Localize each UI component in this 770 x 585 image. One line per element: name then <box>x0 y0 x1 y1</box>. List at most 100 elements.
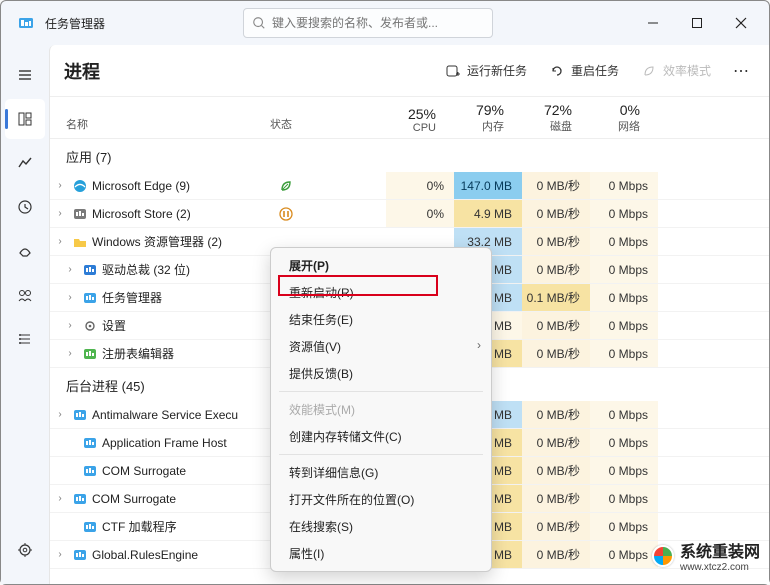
expand-chevron-icon[interactable]: › <box>50 320 80 331</box>
minimize-button[interactable] <box>631 6 675 40</box>
header-memory[interactable]: 79%内存 <box>446 102 514 138</box>
expand-chevron-icon[interactable]: › <box>50 236 70 247</box>
expand-chevron-icon[interactable]: › <box>50 264 80 275</box>
disk-cell: 0 MB/秒 <box>522 228 590 255</box>
disk-cell: 0 MB/秒 <box>522 513 590 540</box>
network-cell: 0 Mbps <box>590 284 658 311</box>
ctx-resource-values[interactable]: 资源值(V)› <box>271 333 491 360</box>
process-icon <box>80 519 100 535</box>
search-box[interactable] <box>243 8 493 38</box>
process-name: Application Frame Host <box>100 436 278 450</box>
memory-cell: 147.0 MB <box>454 172 522 199</box>
maximize-button[interactable] <box>675 6 719 40</box>
efficiency-mode-label: 效率模式 <box>663 62 711 79</box>
nav-users[interactable] <box>5 275 45 315</box>
page-title: 进程 <box>64 58 100 84</box>
nav-startup[interactable] <box>5 231 45 271</box>
nav-details[interactable] <box>5 319 45 359</box>
search-input[interactable] <box>272 16 484 30</box>
ctx-open-file-location[interactable]: 打开文件所在的位置(O) <box>271 486 491 513</box>
expand-chevron-icon[interactable]: › <box>50 292 80 303</box>
expand-chevron-icon[interactable]: › <box>50 493 70 504</box>
close-button[interactable] <box>719 6 763 40</box>
process-name: Antimalware Service Execu <box>90 408 278 422</box>
disk-cell: 0.1 MB/秒 <box>522 284 590 311</box>
ctx-go-to-details[interactable]: 转到详细信息(G) <box>271 459 491 486</box>
group-apps: 应用 (7) <box>50 139 769 172</box>
context-menu: 展开(P) 重新启动(R) 结束任务(E) 资源值(V)› 提供反馈(B) 效能… <box>270 247 492 572</box>
ctx-expand[interactable]: 展开(P) <box>271 252 491 279</box>
network-cell: 0 Mbps <box>590 541 658 568</box>
process-icon <box>70 234 90 250</box>
ctx-properties[interactable]: 属性(I) <box>271 540 491 567</box>
process-name: Windows 资源管理器 (2) <box>90 233 278 250</box>
disk-cell: 0 MB/秒 <box>522 312 590 339</box>
disk-cell: 0 MB/秒 <box>522 256 590 283</box>
leaf-icon <box>641 63 657 79</box>
nav-processes[interactable] <box>5 99 45 139</box>
header-disk[interactable]: 72%磁盘 <box>514 102 582 138</box>
process-name: CTF 加载程序 <box>100 518 278 535</box>
watermark: 系统重装网 www.xtcz2.com <box>652 538 760 573</box>
process-name: 驱动总裁 (32 位) <box>100 261 278 278</box>
watermark-title: 系统重装网 <box>680 538 760 562</box>
header-network[interactable]: 0%网络 <box>582 102 650 138</box>
network-cell: 0 Mbps <box>590 256 658 283</box>
restart-task-button[interactable]: 重启任务 <box>543 58 625 83</box>
ctx-restart[interactable]: 重新启动(R) <box>271 279 491 306</box>
process-icon <box>70 178 90 194</box>
chevron-right-icon: › <box>477 338 481 352</box>
process-name: COM Surrogate <box>100 464 278 478</box>
run-new-task-label: 运行新任务 <box>467 62 527 79</box>
process-name: 注册表编辑器 <box>100 345 278 362</box>
watermark-icon <box>652 545 674 567</box>
search-icon <box>252 16 266 30</box>
titlebar: 任务管理器 <box>1 1 769 45</box>
nav-settings[interactable] <box>5 530 45 570</box>
network-cell: 0 Mbps <box>590 228 658 255</box>
network-cell: 0 Mbps <box>590 340 658 367</box>
network-cell: 0 Mbps <box>590 457 658 484</box>
more-button[interactable]: ⋯ <box>727 59 755 83</box>
expand-chevron-icon[interactable]: › <box>50 348 80 359</box>
nav-performance[interactable] <box>5 143 45 183</box>
header-name[interactable]: 名称 <box>50 116 270 138</box>
expand-chevron-icon[interactable]: › <box>50 549 70 560</box>
ctx-efficiency-mode: 效能模式(M) <box>271 396 491 423</box>
cpu-cell: 0% <box>386 172 454 199</box>
disk-cell: 0 MB/秒 <box>522 401 590 428</box>
process-icon <box>80 346 100 362</box>
process-name: 任务管理器 <box>100 289 278 306</box>
expand-chevron-icon[interactable]: › <box>50 180 70 191</box>
nav-history[interactable] <box>5 187 45 227</box>
disk-cell: 0 MB/秒 <box>522 485 590 512</box>
network-cell: 0 Mbps <box>590 200 658 227</box>
ctx-feedback[interactable]: 提供反馈(B) <box>271 360 491 387</box>
disk-cell: 0 MB/秒 <box>522 457 590 484</box>
process-row[interactable]: ›Microsoft Edge (9)0%147.0 MB0 MB/秒0 Mbp… <box>50 172 769 200</box>
process-icon <box>80 318 100 334</box>
header-cpu[interactable]: 25%CPU <box>378 106 446 138</box>
header-status[interactable]: 状态 <box>270 116 378 138</box>
ctx-search-online[interactable]: 在线搜索(S) <box>271 513 491 540</box>
run-new-task-button[interactable]: 运行新任务 <box>439 58 533 83</box>
hamburger-button[interactable] <box>5 55 45 95</box>
process-icon <box>80 463 100 479</box>
ctx-end-task[interactable]: 结束任务(E) <box>271 306 491 333</box>
ctx-create-dump[interactable]: 创建内存转储文件(C) <box>271 423 491 450</box>
disk-cell: 0 MB/秒 <box>522 541 590 568</box>
memory-cell: 4.9 MB <box>454 200 522 227</box>
network-cell: 0 Mbps <box>590 513 658 540</box>
disk-cell: 0 MB/秒 <box>522 340 590 367</box>
process-icon <box>70 491 90 507</box>
disk-cell: 0 MB/秒 <box>522 429 590 456</box>
process-icon <box>70 547 90 563</box>
process-name: 设置 <box>100 317 278 334</box>
separator <box>279 454 483 455</box>
expand-chevron-icon[interactable]: › <box>50 409 70 420</box>
run-new-task-icon <box>445 63 461 79</box>
process-row[interactable]: ›Microsoft Store (2)0%4.9 MB0 MB/秒0 Mbps <box>50 200 769 228</box>
expand-chevron-icon[interactable]: › <box>50 208 70 219</box>
window-title: 任务管理器 <box>45 15 105 32</box>
efficiency-mode-button[interactable]: 效率模式 <box>635 58 717 83</box>
